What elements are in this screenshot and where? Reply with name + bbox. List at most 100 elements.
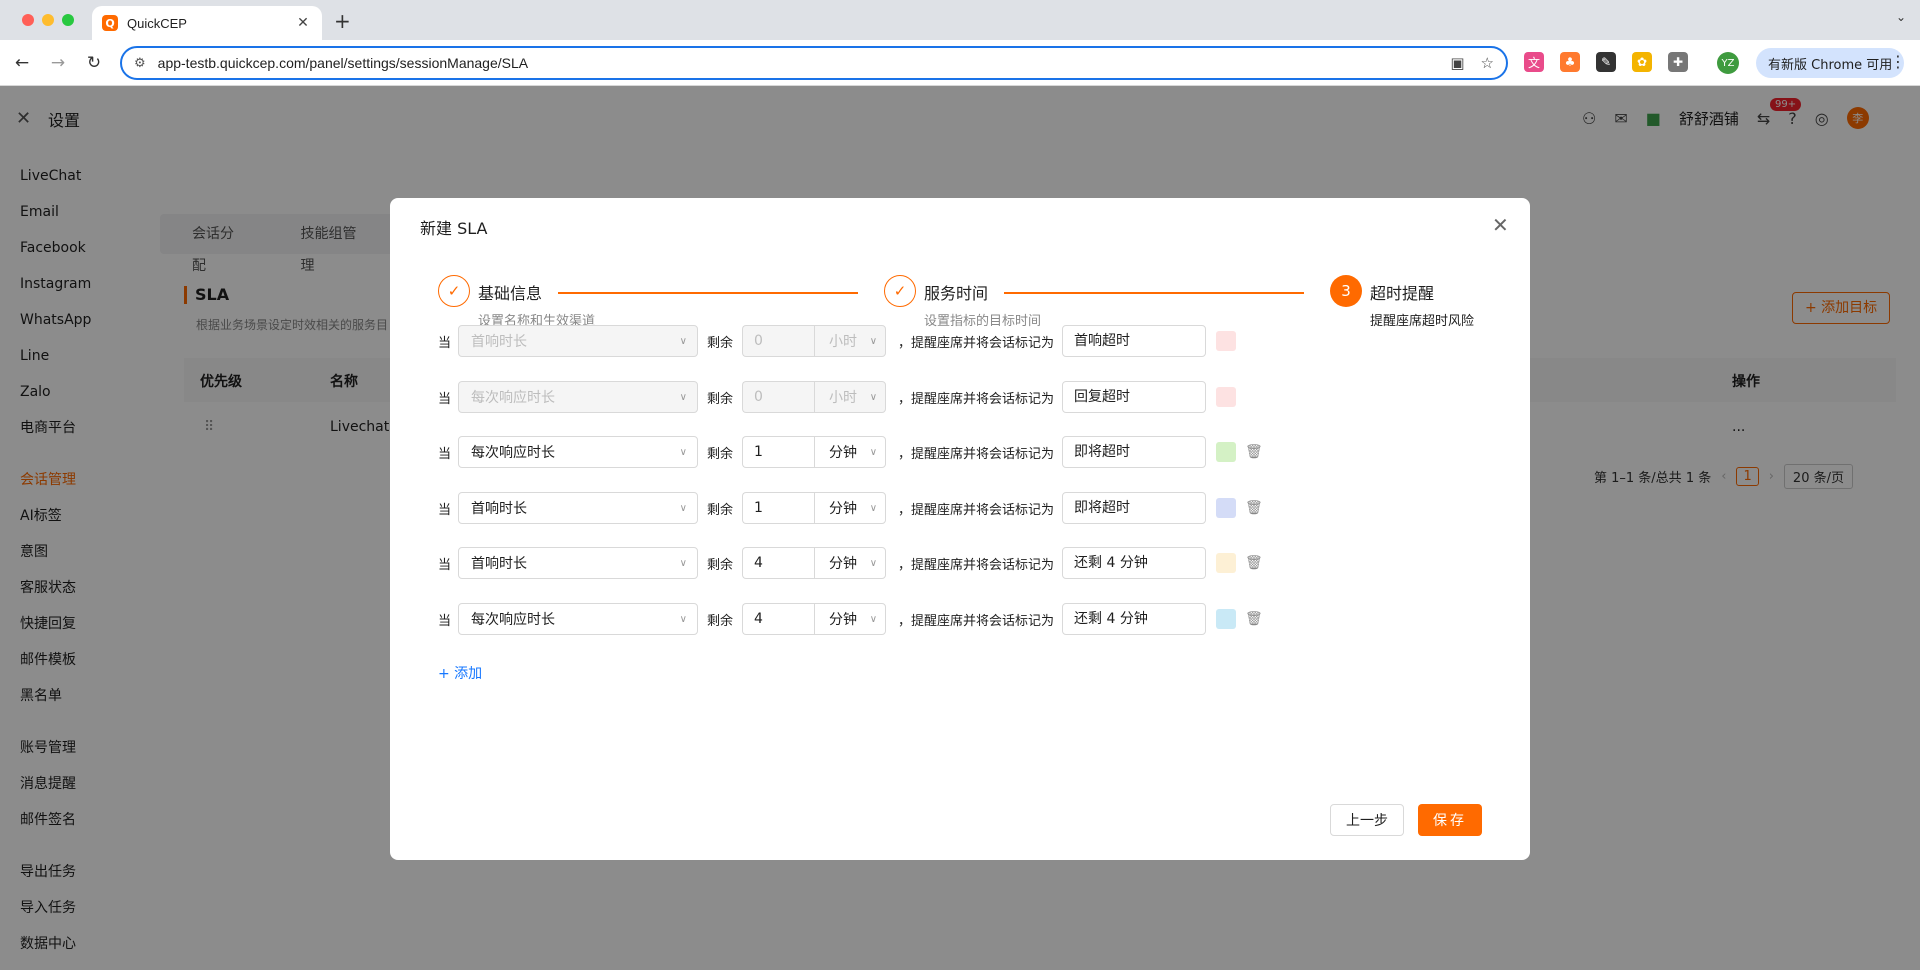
rule-metric-value: 每次响应时长 xyxy=(471,612,555,628)
step-3-desc: 提醒座席超时风险 xyxy=(1370,314,1475,329)
step-2-check-icon: ✓ xyxy=(884,275,916,307)
rule-amount-input[interactable]: 1 xyxy=(742,492,815,524)
extensions-puzzle-icon[interactable]: ✚ xyxy=(1668,52,1688,72)
rule-unit-value: 小时 xyxy=(829,390,858,406)
rule-metric-value: 首响时长 xyxy=(471,501,527,517)
forward-arrow-icon[interactable]: → xyxy=(46,51,70,75)
rule-amount-input: 0 xyxy=(742,381,815,413)
rule-remind-label: ，提醒座席并将会话标记为 xyxy=(898,335,1055,351)
chevron-down-icon: ∨ xyxy=(869,613,878,625)
pinwheel-extension-icon[interactable]: ✿ xyxy=(1632,52,1652,72)
rule-color-swatch[interactable] xyxy=(1216,553,1237,573)
prev-step-button[interactable]: 上一步 xyxy=(1330,804,1404,836)
window-minimize-dot[interactable] xyxy=(42,14,54,26)
bookmark-star-icon[interactable]: ☆ xyxy=(1481,54,1494,72)
rule-row: 当 每次响应时长 ∨ 剩余 0 小时 ∨ ，提醒座席并将会话标记为 回复超时 xyxy=(438,381,1237,413)
chevron-down-icon: ∨ xyxy=(869,335,878,347)
step-3-number: 3 xyxy=(1330,275,1362,307)
rule-when-label: 当 xyxy=(438,446,452,462)
chevron-down-icon: ∨ xyxy=(869,446,878,458)
tab-close-icon[interactable]: ✕ xyxy=(294,15,312,31)
rule-unit-value: 分钟 xyxy=(829,445,858,461)
browser-menu-icon[interactable]: ⋮ xyxy=(1890,52,1906,71)
trash-icon[interactable]: 🗑 xyxy=(1245,555,1263,571)
rule-amount-input: 0 xyxy=(742,325,815,357)
rule-color-swatch[interactable] xyxy=(1216,609,1237,629)
rule-tag-input[interactable]: 还剩 4 分钟 xyxy=(1062,603,1207,635)
rule-when-label: 当 xyxy=(438,335,452,351)
back-arrow-icon[interactable]: ← xyxy=(10,51,34,75)
browser-tab[interactable]: Q QuickCEP ✕ xyxy=(92,6,322,40)
rule-amount-input[interactable]: 4 xyxy=(742,603,815,635)
rule-amount-input[interactable]: 4 xyxy=(742,547,815,579)
step-1-label: 基础信息 xyxy=(478,284,543,303)
rule-when-label: 当 xyxy=(438,391,452,407)
chevron-down-icon: ∨ xyxy=(679,502,687,514)
rule-metric-select[interactable]: 首响时长 ∨ xyxy=(458,492,698,524)
rule-remaining-label: 剩余 xyxy=(707,502,734,518)
rule-color-swatch[interactable] xyxy=(1216,498,1237,518)
add-rule-button[interactable]: + 添加 xyxy=(438,663,482,683)
rule-amount-input[interactable]: 1 xyxy=(742,436,815,468)
rule-unit-select[interactable]: 分钟 ∨ xyxy=(814,547,887,579)
rule-metric-select: 每次响应时长 ∨ xyxy=(458,381,698,413)
modal-title: 新建 SLA xyxy=(420,219,488,238)
character-extension-icon[interactable]: ♣ xyxy=(1560,52,1580,72)
save-button[interactable]: 保存 xyxy=(1418,804,1482,836)
browser-tabstrip: Q QuickCEP ✕ + ⌄ xyxy=(0,0,1920,40)
rule-metric-select[interactable]: 每次响应时长 ∨ xyxy=(458,436,698,468)
address-bar[interactable]: ⚙ app-testb.quickcep.com/panel/settings/… xyxy=(120,46,1508,80)
rule-tag-input[interactable]: 首响超时 xyxy=(1062,325,1207,357)
rule-metric-select: 首响时长 ∨ xyxy=(458,325,698,357)
trash-icon[interactable]: 🗑 xyxy=(1245,444,1263,460)
rule-color-swatch[interactable] xyxy=(1216,442,1237,462)
chevron-down-icon: ∨ xyxy=(869,391,878,403)
chevron-down-icon: ∨ xyxy=(869,557,878,569)
modal-close-icon[interactable]: ✕ xyxy=(1492,213,1509,237)
profile-avatar[interactable]: YZ xyxy=(1717,52,1739,74)
rule-tag-input[interactable]: 即将超时 xyxy=(1062,492,1207,524)
translate-extension-icon[interactable]: 文 xyxy=(1524,52,1544,72)
chrome-update-button[interactable]: 有新版 Chrome 可用 xyxy=(1756,48,1905,78)
rule-remaining-label: 剩余 xyxy=(707,557,734,573)
rule-color-swatch[interactable] xyxy=(1216,387,1237,407)
reload-icon[interactable]: ↻ xyxy=(82,51,106,75)
site-settings-icon[interactable]: ⚙ xyxy=(134,56,146,71)
rule-unit-value: 分钟 xyxy=(829,501,858,517)
rule-unit-select[interactable]: 分钟 ∨ xyxy=(814,436,887,468)
rule-metric-select[interactable]: 每次响应时长 ∨ xyxy=(458,603,698,635)
rule-remaining-label: 剩余 xyxy=(707,446,734,462)
chevron-down-icon: ∨ xyxy=(679,446,687,458)
rule-remind-label: ，提醒座席并将会话标记为 xyxy=(898,557,1055,573)
chevron-down-icon: ∨ xyxy=(869,502,878,514)
rule-color-swatch[interactable] xyxy=(1216,331,1237,351)
eyedropper-extension-icon[interactable]: ✎ xyxy=(1596,52,1616,72)
rule-metric-value: 每次响应时长 xyxy=(471,445,555,461)
rule-unit-select: 小时 ∨ xyxy=(814,325,887,357)
chevron-down-icon: ∨ xyxy=(679,613,687,625)
trash-icon[interactable]: 🗑 xyxy=(1245,611,1263,627)
chevron-down-icon: ∨ xyxy=(679,335,687,347)
rule-unit-select[interactable]: 分钟 ∨ xyxy=(814,603,887,635)
new-tab-icon[interactable]: + xyxy=(334,9,351,33)
rule-row: 当 首响时长 ∨ 剩余 4 分钟 ∨ ，提醒座席并将会话标记为 还剩 4 分钟 🗑 xyxy=(438,547,1263,579)
rule-remaining-label: 剩余 xyxy=(707,613,734,629)
trash-icon[interactable]: 🗑 xyxy=(1245,500,1263,516)
rule-unit-value: 分钟 xyxy=(829,556,858,572)
rule-tag-input[interactable]: 即将超时 xyxy=(1062,436,1207,468)
tab-search-chevron-icon[interactable]: ⌄ xyxy=(1896,10,1906,24)
rule-remind-label: ，提醒座席并将会话标记为 xyxy=(898,391,1055,407)
rule-tag-input[interactable]: 回复超时 xyxy=(1062,381,1207,413)
rule-tag-input[interactable]: 还剩 4 分钟 xyxy=(1062,547,1207,579)
window-close-dot[interactable] xyxy=(22,14,34,26)
rule-remind-label: ，提醒座席并将会话标记为 xyxy=(898,502,1055,518)
rule-unit-select[interactable]: 分钟 ∨ xyxy=(814,492,887,524)
rule-metric-value: 首响时长 xyxy=(471,556,527,572)
rule-when-label: 当 xyxy=(438,613,452,629)
install-app-icon[interactable]: ▣ xyxy=(1450,54,1464,72)
rule-remaining-label: 剩余 xyxy=(707,335,734,351)
rule-metric-select[interactable]: 首响时长 ∨ xyxy=(458,547,698,579)
window-zoom-dot[interactable] xyxy=(62,14,74,26)
url-text[interactable]: app-testb.quickcep.com/panel/settings/se… xyxy=(158,55,1435,71)
chevron-down-icon: ∨ xyxy=(679,557,687,569)
